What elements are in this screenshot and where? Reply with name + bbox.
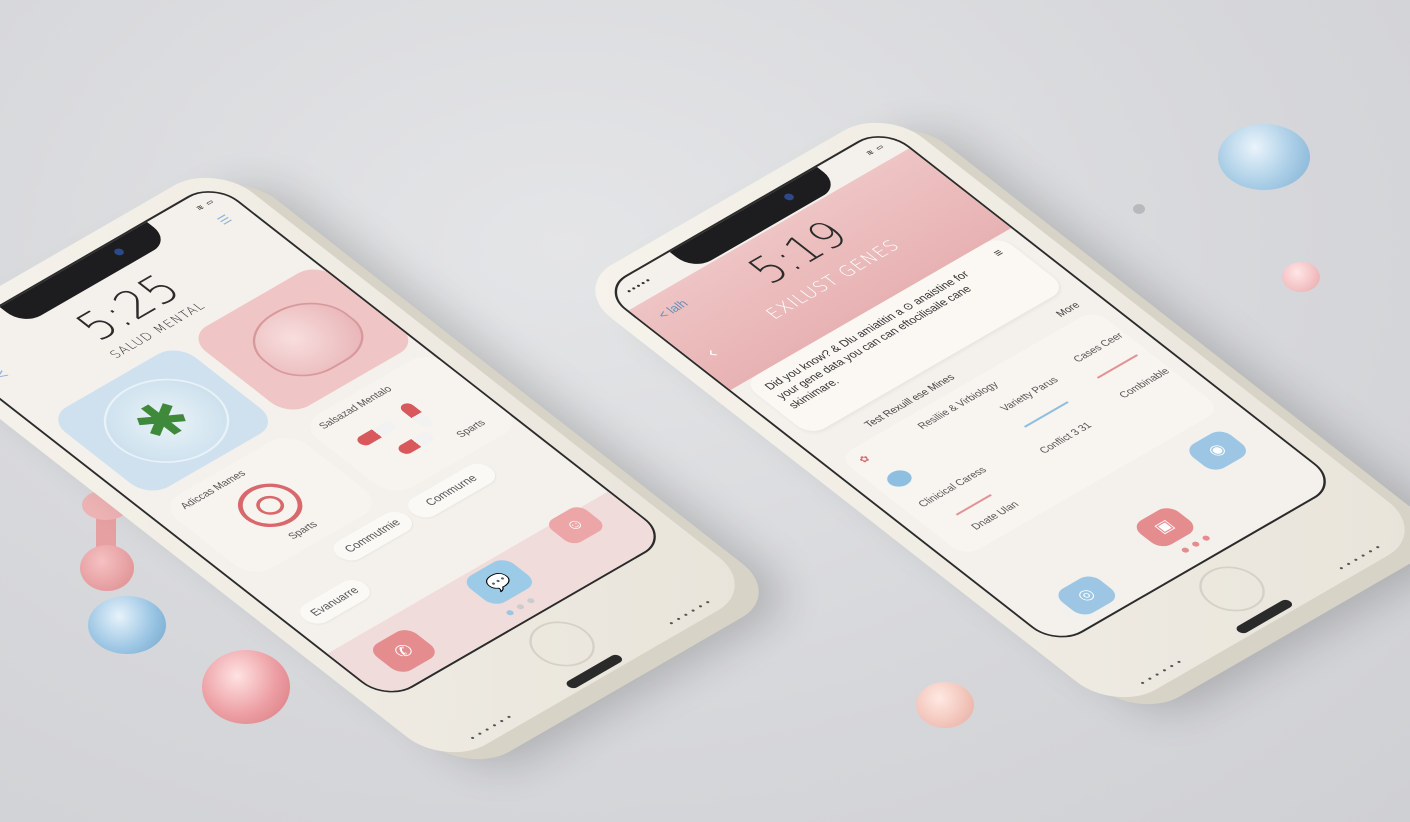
conflict-label: Conflict 3 31 bbox=[1037, 420, 1095, 456]
front-camera-icon bbox=[112, 247, 126, 257]
cases-bar bbox=[1096, 354, 1139, 379]
right-speaker-grill: •••••• bbox=[1137, 656, 1190, 689]
small-grey-dot bbox=[1133, 204, 1145, 214]
pill-capsule-icon-3 bbox=[395, 429, 437, 456]
variety-label: Varietty Parus bbox=[998, 375, 1062, 414]
cases-label: Cases Ceer bbox=[1071, 330, 1127, 365]
mental-card-sub: Sparts bbox=[454, 418, 489, 440]
wifi-battery-icon-right: ≋ ▭ bbox=[864, 143, 887, 158]
peach-pebble-bottom bbox=[916, 682, 974, 728]
left-speaker-grill: •••••• bbox=[467, 711, 520, 744]
status-signal-right: ••••• bbox=[623, 276, 656, 297]
clinical-bar bbox=[955, 494, 992, 516]
wifi-battery-icon: ≋ ▭ bbox=[194, 198, 217, 213]
more-link[interactable]: More bbox=[1054, 300, 1083, 319]
blue-pebble-top-right bbox=[1218, 124, 1310, 190]
hamburger-icon[interactable]: ≡ bbox=[989, 246, 1007, 259]
eye-app-button[interactable]: ◎ bbox=[1052, 572, 1122, 619]
blue-circle-icon[interactable] bbox=[882, 467, 917, 490]
front-camera-icon-right bbox=[782, 192, 796, 202]
addiction-card-sub: Sparts bbox=[286, 519, 321, 542]
pill-capsule-icon-2 bbox=[397, 401, 436, 429]
camera-app-button[interactable]: ◉ bbox=[1183, 427, 1252, 474]
left-speaker-grill-2: •••••• bbox=[665, 596, 719, 629]
blue-pebble-left bbox=[88, 596, 166, 654]
data-label: Dnate Ulan bbox=[969, 499, 1022, 533]
evaluate-chip[interactable]: Evanuarre bbox=[293, 575, 377, 628]
pink-pebble-left bbox=[202, 650, 290, 724]
resilience-icon: ✿ bbox=[856, 453, 874, 466]
pill-capsule-icon bbox=[354, 419, 400, 448]
variety-bar bbox=[1023, 401, 1069, 428]
pink-pin-base bbox=[80, 545, 134, 591]
combinable-label: Combinable bbox=[1117, 366, 1173, 401]
brain-icon bbox=[232, 288, 382, 389]
pink-pebble-right bbox=[1282, 262, 1320, 292]
right-speaker-grill-2: •••••• bbox=[1335, 541, 1389, 574]
